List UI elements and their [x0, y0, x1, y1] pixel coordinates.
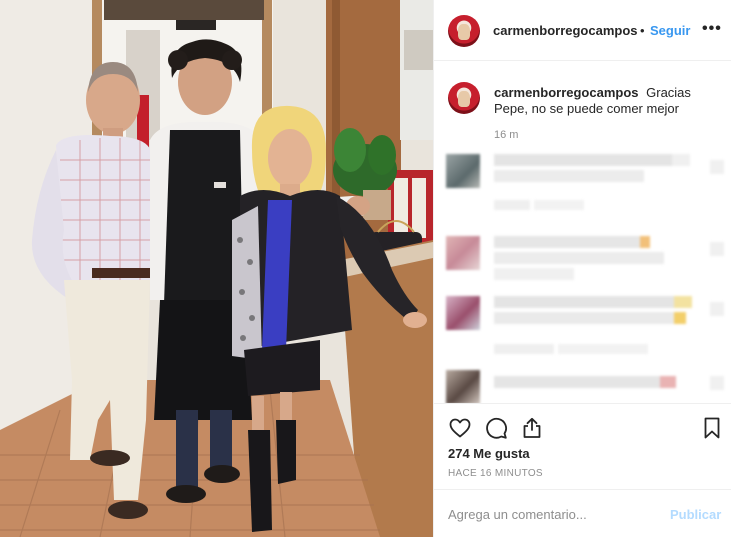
- publish-button[interactable]: Publicar: [670, 507, 721, 522]
- photo-illustration: [0, 0, 433, 537]
- comment-form: Publicar: [434, 489, 731, 537]
- heart-icon[interactable]: [448, 416, 472, 440]
- separator-dot: •: [640, 23, 645, 38]
- caption-time: 16 m: [494, 129, 519, 141]
- ellipsis-icon[interactable]: •••: [702, 20, 722, 38]
- post-header: carmenborregocampos • Seguir •••: [434, 0, 731, 61]
- post-timestamp: HACE 16 MINUTOS: [448, 468, 543, 479]
- avatar[interactable]: [448, 15, 480, 47]
- post-details-panel: carmenborregocampos • Seguir ••• carmenb…: [433, 0, 731, 537]
- likes-count[interactable]: 274 Me gusta: [448, 446, 530, 461]
- instagram-post: carmenborregocampos • Seguir ••• carmenb…: [0, 0, 731, 537]
- post-actions: 274 Me gusta HACE 16 MINUTOS: [434, 403, 731, 489]
- comments-list[interactable]: [434, 148, 731, 403]
- bookmark-icon[interactable]: [700, 416, 724, 440]
- list-item: [434, 148, 731, 403]
- username-link[interactable]: carmenborregocampos: [493, 23, 638, 38]
- comment-input[interactable]: [448, 504, 648, 524]
- post-photo[interactable]: [0, 0, 433, 537]
- caption-avatar[interactable]: [448, 82, 480, 114]
- speech-bubble-icon[interactable]: [484, 416, 508, 440]
- post-caption: carmenborregocampos Gracias Pepe, no se …: [494, 85, 724, 117]
- follow-button[interactable]: Seguir: [650, 23, 690, 38]
- caption-username-link[interactable]: carmenborregocampos: [494, 85, 639, 100]
- share-icon[interactable]: [520, 416, 544, 440]
